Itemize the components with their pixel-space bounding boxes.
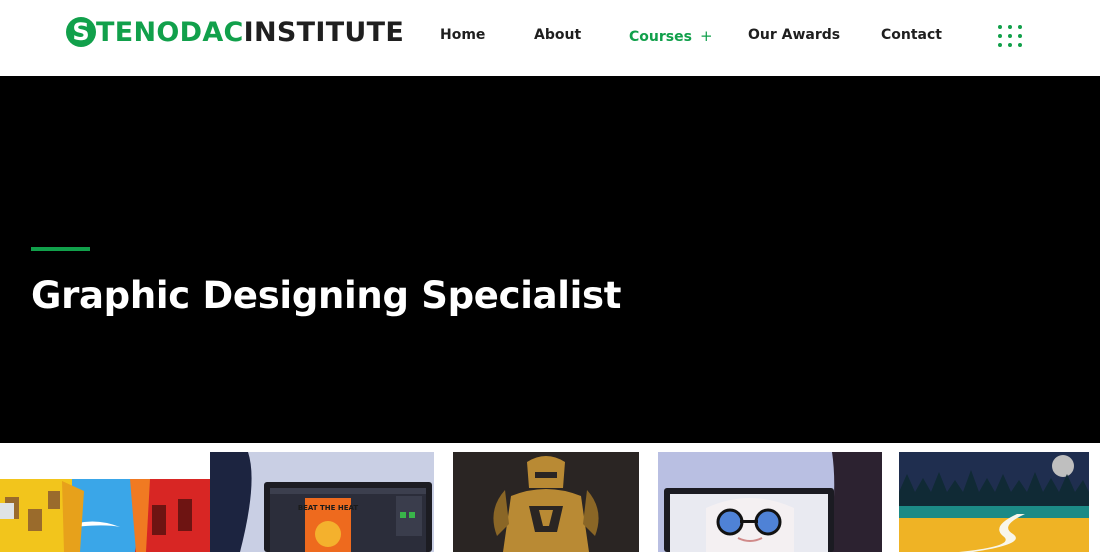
plus-icon: + [699, 27, 713, 45]
nav-contact[interactable]: Contact [881, 27, 942, 43]
gallery-image-night-landscape[interactable] [899, 452, 1089, 552]
poster-text: BEAT THE HEAT [298, 504, 359, 512]
gallery-image-laptop-anime[interactable] [658, 452, 882, 552]
nav-courses-label: Courses [629, 29, 692, 45]
nav-courses[interactable]: Courses + [629, 27, 713, 45]
hero-banner: Graphic Designing Specialist [0, 76, 1100, 443]
nav-about[interactable]: About [534, 27, 581, 43]
logo-text-stenodac: TENODAC [96, 16, 244, 48]
hero-title: Graphic Designing Specialist [31, 274, 622, 317]
gallery-image-laptop-poster[interactable]: BEAT THE HEAT [210, 452, 434, 552]
logo-s-mark: S [66, 17, 96, 47]
logo-text-institute: INSTITUTE [243, 16, 405, 48]
nav-home[interactable]: Home [440, 27, 485, 43]
site-header: S TENODAC INSTITUTE Home About Courses + … [0, 0, 1100, 76]
site-logo[interactable]: S TENODAC INSTITUTE [66, 14, 404, 50]
gallery-image-golden-warrior[interactable] [453, 452, 639, 552]
grid-dots-icon[interactable] [998, 25, 1024, 47]
gallery-strip: BEAT THE HEAT [0, 443, 1100, 552]
nav-our-awards[interactable]: Our Awards [748, 27, 840, 43]
hero-accent-line [31, 247, 90, 251]
gallery-image-colorful-street[interactable] [0, 479, 210, 552]
